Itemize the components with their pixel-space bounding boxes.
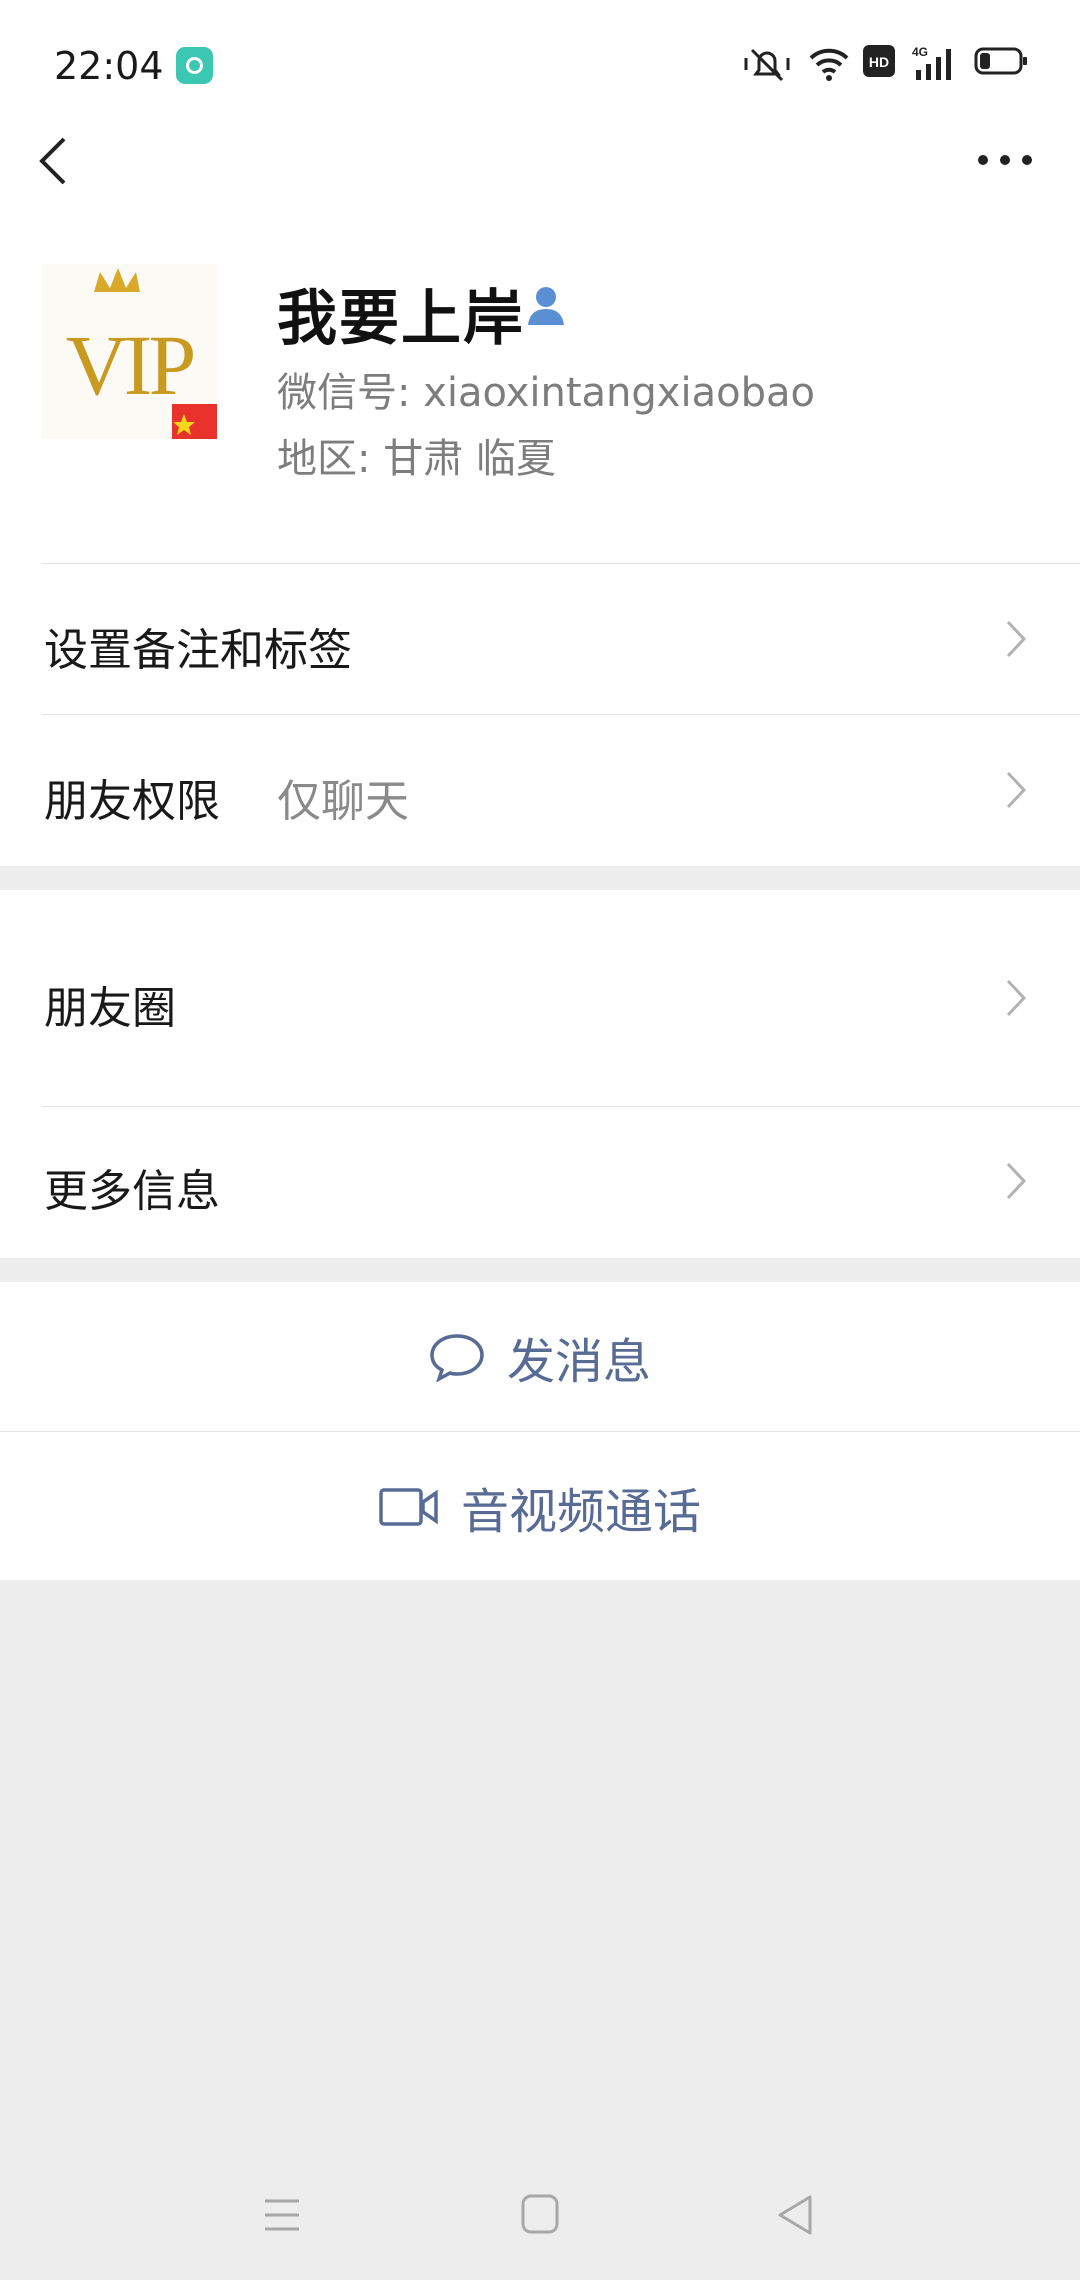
profile-name: 我要上岸 (277, 284, 525, 354)
moments-label: 朋友圈 (44, 983, 176, 1034)
status-bar: 22:04 HD 4G (0, 0, 1080, 130)
system-nav-bar (0, 2180, 1080, 2250)
more-options-icon[interactable] (975, 148, 1035, 172)
mute-icon (744, 48, 790, 82)
chevron-right-icon (1006, 620, 1027, 658)
back-triangle-icon[interactable] (776, 2194, 814, 2236)
contact-person-icon (528, 287, 564, 325)
hd-icon: HD (863, 45, 895, 77)
avatar-vip-text: VIP (66, 317, 194, 413)
friend-permissions-label: 朋友权限 (44, 776, 220, 827)
vip-avatar-image: VIP (66, 268, 217, 439)
more-info-row[interactable]: 更多信息 (0, 1107, 1080, 1257)
region: 地区: 甘肃 临夏 (277, 436, 556, 482)
back-arrow-icon[interactable] (36, 135, 76, 187)
chevron-right-icon (1006, 979, 1027, 1017)
menu-icon[interactable] (263, 2197, 301, 2233)
chevron-right-icon (1006, 771, 1027, 809)
wechat-id: 微信号: xiaoxintangxiaobao (277, 370, 815, 416)
music-app-icon (176, 47, 213, 84)
video-call-label: 音视频通话 (460, 1484, 701, 1540)
chevron-right-icon (1006, 1162, 1027, 1200)
svg-text:4G: 4G (912, 45, 928, 59)
more-info-label: 更多信息 (44, 1166, 220, 1217)
remark-tags-row[interactable]: 设置备注和标签 (0, 564, 1080, 714)
battery-icon (974, 47, 1027, 75)
home-icon[interactable] (521, 2194, 559, 2234)
video-camera-icon (379, 1488, 438, 1526)
remark-tags-label: 设置备注和标签 (44, 625, 352, 676)
friend-permissions-value: 仅聊天 (277, 776, 409, 827)
send-message-button[interactable]: 发消息 (0, 1282, 1080, 1432)
chat-bubble-icon (430, 1334, 484, 1382)
status-time: 22:04 (54, 44, 164, 88)
wifi-icon (809, 48, 849, 81)
moments-row[interactable]: 朋友圈 (0, 890, 1080, 1106)
video-call-button[interactable]: 音视频通话 (0, 1432, 1080, 1582)
friend-permissions-row[interactable]: 朋友权限 仅聊天 (0, 715, 1080, 865)
svg-text:HD: HD (869, 54, 889, 70)
signal-4g-icon: 4G (912, 45, 951, 80)
send-message-label: 发消息 (506, 1334, 651, 1390)
avatar[interactable]: VIP (42, 264, 217, 439)
